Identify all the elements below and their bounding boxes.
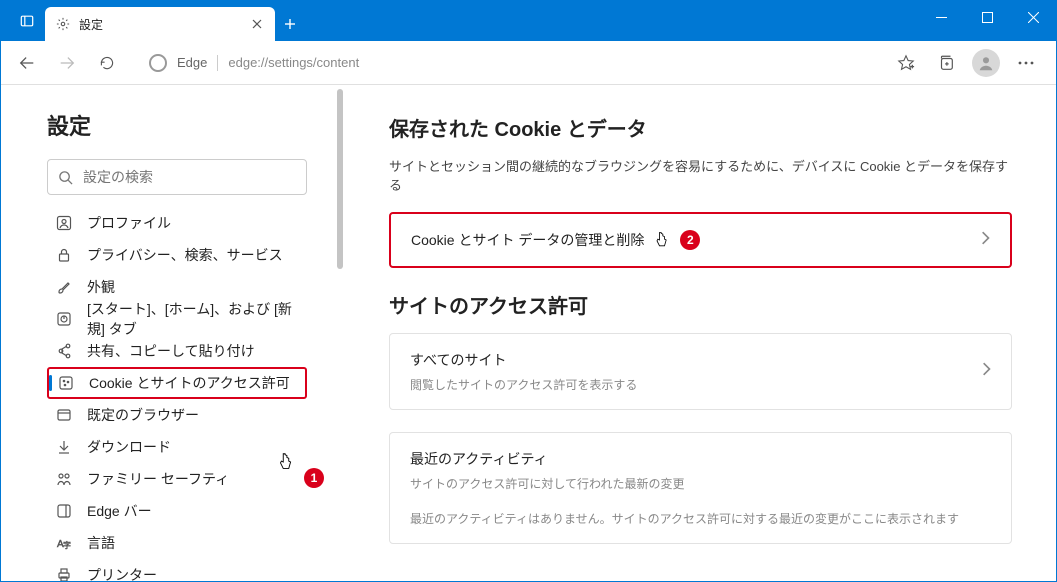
sidebar-item-label: 言語	[87, 533, 115, 553]
annotation-badge-1: 1	[304, 468, 324, 488]
favorites-button[interactable]	[888, 45, 924, 81]
language-icon: A字	[55, 534, 73, 552]
sidebar-item-edgebar[interactable]: Edge バー	[47, 495, 307, 527]
browser-toolbar: Edge edge://settings/content	[1, 41, 1056, 85]
share-icon	[55, 342, 73, 360]
search-input[interactable]	[83, 169, 296, 185]
settings-main: 保存された Cookie とデータ サイトとセッション間の継続的なブラウジングを…	[345, 85, 1056, 581]
sidebar-item-label: プリンター	[87, 565, 157, 581]
card-label: すべてのサイト	[410, 350, 637, 370]
card-desc: サイトのアクセス許可に対して行われた最新の変更	[410, 475, 991, 492]
sidebar-item-label: 外観	[87, 277, 115, 297]
power-icon	[55, 310, 73, 328]
sidebar-item-profile[interactable]: プロファイル	[47, 207, 307, 239]
profile-icon	[55, 214, 73, 232]
card-all-sites[interactable]: すべてのサイト 閲覧したサイトのアクセス許可を表示する	[389, 333, 1012, 410]
close-window-button[interactable]	[1010, 1, 1056, 33]
card-label: Cookie とサイト データの管理と削除	[411, 230, 644, 250]
edge-icon	[149, 54, 167, 72]
more-button[interactable]	[1008, 45, 1044, 81]
maximize-button[interactable]	[964, 1, 1010, 33]
card-manage-cookies[interactable]: Cookie とサイト データの管理と削除 2	[389, 212, 1012, 268]
minimize-button[interactable]	[918, 1, 964, 33]
annotation-badge-2: 2	[680, 230, 700, 250]
settings-sidebar: 設定 プロファイル プライバシー、検索、サービス 外観 [スタート]、[ホーム]…	[1, 85, 345, 581]
card-recent-activity[interactable]: 最近のアクティビティ サイトのアクセス許可に対して行われた最新の変更 最近のアク…	[389, 432, 1012, 544]
addr-url: edge://settings/content	[228, 55, 359, 70]
avatar-icon	[972, 49, 1000, 77]
back-button[interactable]	[9, 45, 45, 81]
sidebar-item-label: プロファイル	[87, 213, 171, 233]
lock-icon	[55, 246, 73, 264]
window-controls	[918, 1, 1056, 33]
browser-tab[interactable]: 設定	[45, 7, 275, 41]
scrollbar-thumb[interactable]	[337, 89, 343, 269]
sidebar-item-label: ダウンロード	[87, 437, 171, 457]
svg-text:字: 字	[63, 540, 71, 550]
sidebar-item-printer[interactable]: プリンター	[47, 559, 307, 581]
addr-separator	[217, 55, 218, 71]
chevron-right-icon	[981, 362, 991, 381]
section-heading: 保存された Cookie とデータ	[389, 113, 1012, 142]
card-message: 最近のアクティビティはありません。サイトのアクセス許可に対する最近の変更がここに…	[410, 510, 991, 527]
settings-search[interactable]	[47, 159, 307, 195]
sidebar-item-family[interactable]: ファミリー セーフティ	[47, 463, 307, 495]
sidebar-item-downloads[interactable]: ダウンロード	[47, 431, 307, 463]
addr-edge-label: Edge	[177, 55, 207, 70]
sidebar-item-label: [スタート]、[ホーム]、および [新規] タブ	[87, 299, 299, 339]
refresh-button[interactable]	[89, 45, 125, 81]
browser-icon	[55, 406, 73, 424]
card-desc: 閲覧したサイトのアクセス許可を表示する	[410, 376, 637, 393]
sidebar-item-label: プライバシー、検索、サービス	[87, 245, 283, 265]
sidebar-item-label: Edge バー	[87, 501, 152, 521]
forward-button[interactable]	[49, 45, 85, 81]
sidebar-item-language[interactable]: A字 言語	[47, 527, 307, 559]
settings-heading: 設定	[47, 109, 327, 141]
sidebar-item-cookies[interactable]: Cookie とサイトのアクセス許可	[47, 367, 307, 399]
cookie-icon	[57, 374, 75, 392]
collections-button[interactable]	[928, 45, 964, 81]
sidebar-item-share[interactable]: 共有、コピーして貼り付け	[47, 335, 307, 367]
sidebar-item-startup[interactable]: [スタート]、[ホーム]、および [新規] タブ	[47, 303, 307, 335]
tab-strip: 設定	[1, 1, 305, 41]
close-icon[interactable]	[249, 16, 265, 32]
sidebar-item-privacy[interactable]: プライバシー、検索、サービス	[47, 239, 307, 271]
cursor-icon	[652, 230, 672, 250]
chevron-right-icon	[980, 231, 990, 250]
search-icon	[58, 170, 73, 185]
card-label: 最近のアクティビティ	[410, 449, 991, 469]
sidebar-item-label: ファミリー セーフティ	[87, 469, 229, 489]
sidebar-item-default-browser[interactable]: 既定のブラウザー	[47, 399, 307, 431]
section-sub: サイトとセッション間の継続的なブラウジングを容易にするために、デバイスに Coo…	[389, 156, 1012, 194]
sidebar-item-label: 既定のブラウザー	[87, 405, 199, 425]
family-icon	[55, 470, 73, 488]
printer-icon	[55, 566, 73, 581]
section-heading: サイトのアクセス許可	[389, 290, 1012, 319]
gear-icon	[55, 16, 71, 32]
sidebar-icon	[55, 502, 73, 520]
sidebar-item-label: 共有、コピーして貼り付け	[87, 341, 255, 361]
tab-title: 設定	[79, 16, 241, 33]
address-bar[interactable]: Edge edge://settings/content	[137, 47, 876, 79]
settings-nav: プロファイル プライバシー、検索、サービス 外観 [スタート]、[ホーム]、およ…	[47, 207, 327, 581]
tab-actions-icon[interactable]	[9, 1, 45, 41]
profile-button[interactable]	[968, 45, 1004, 81]
brush-icon	[55, 278, 73, 296]
sidebar-item-label: Cookie とサイトのアクセス許可	[89, 373, 290, 393]
sidebar-scrollbar[interactable]	[335, 85, 345, 581]
new-tab-button[interactable]	[275, 7, 305, 41]
window-titlebar: 設定	[1, 1, 1056, 41]
download-icon	[55, 438, 73, 456]
